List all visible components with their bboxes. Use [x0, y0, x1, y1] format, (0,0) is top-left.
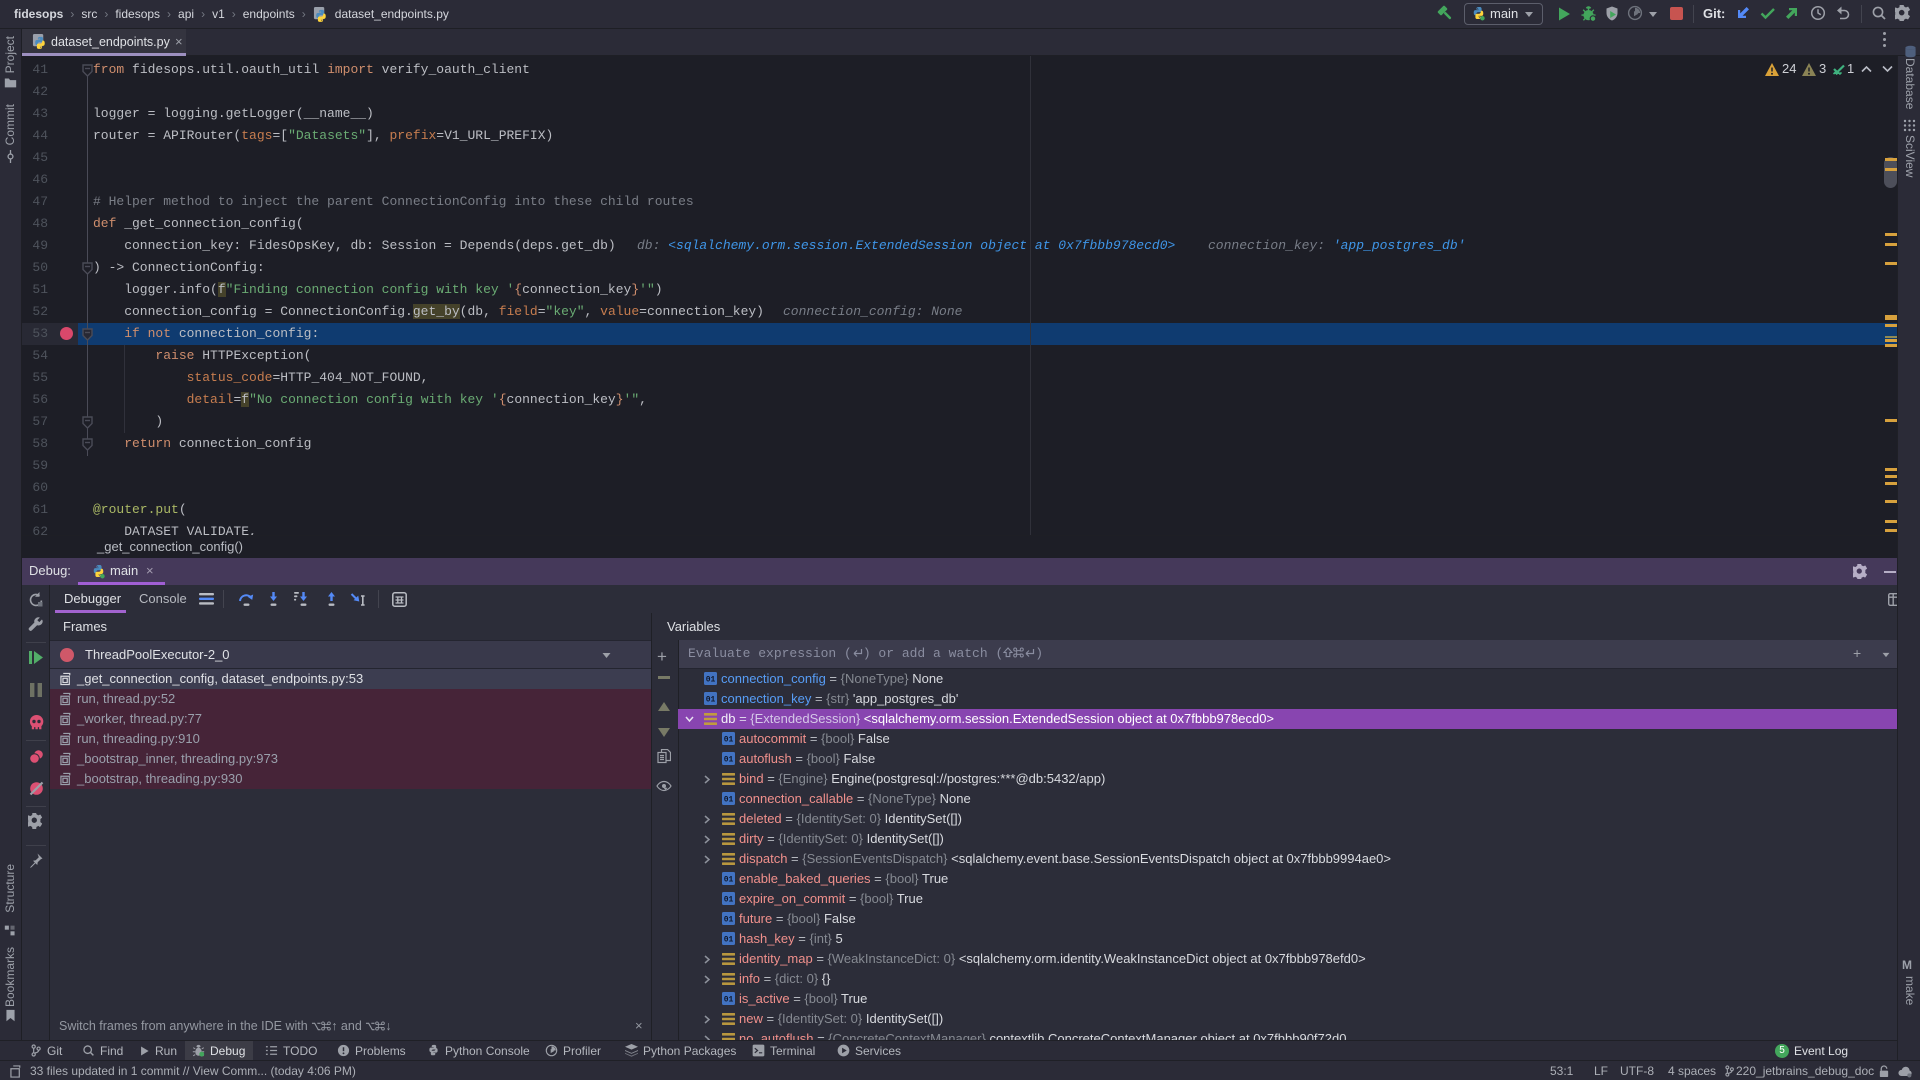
- svg-text:01: 01: [724, 796, 734, 805]
- svg-text:01: 01: [724, 916, 734, 925]
- svg-text:01: 01: [724, 876, 734, 885]
- svg-text:01: 01: [706, 696, 716, 705]
- svg-text:01: 01: [724, 896, 734, 905]
- svg-text:01: 01: [724, 996, 734, 1005]
- svg-text:01: 01: [706, 676, 716, 685]
- svg-text:01: 01: [724, 736, 734, 745]
- svg-text:01: 01: [724, 936, 734, 945]
- svg-text:01: 01: [724, 756, 734, 765]
